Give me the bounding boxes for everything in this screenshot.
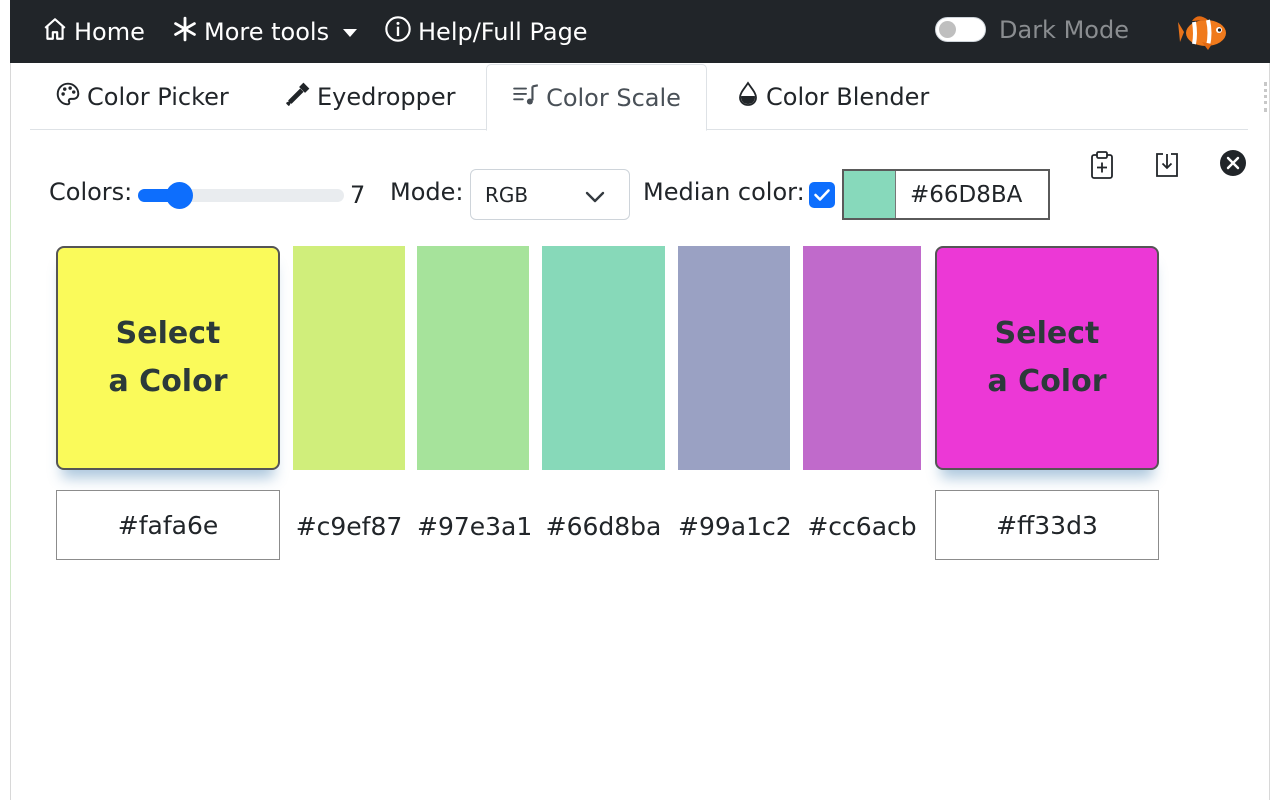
colors-label: Colors: <box>49 178 133 206</box>
end-select-line2: a Color <box>987 364 1107 399</box>
end-color-swatch-button[interactable]: Select a Color <box>935 246 1159 470</box>
end-color-hex-input[interactable]: #ff33d3 <box>935 490 1159 560</box>
colors-value: 7 <box>350 181 366 209</box>
start-color-hex-input[interactable]: #fafa6e <box>56 490 280 560</box>
checkmark-icon <box>814 189 830 201</box>
nav-home-label: Home <box>74 17 145 46</box>
tab-color-scale[interactable]: Color Scale <box>486 64 707 131</box>
caret-down-icon <box>343 28 358 37</box>
scroll-indicator <box>1264 82 1267 112</box>
nav-help[interactable]: Help/Full Page <box>384 0 588 63</box>
scale-step-swatch-4 <box>678 246 790 470</box>
eyedropper-icon <box>285 81 317 113</box>
music-list-icon <box>512 82 546 114</box>
tab-color-blender[interactable]: Color Blender <box>736 64 929 130</box>
nav-more-tools-label: More tools <box>204 17 330 46</box>
nav-more-tools-dropdown[interactable]: More tools <box>172 0 358 63</box>
scale-step-swatch-1 <box>293 246 405 470</box>
median-color-field[interactable]: #66D8BA <box>842 169 1050 220</box>
close-circle-icon <box>1219 149 1247 181</box>
scale-step-swatch-3 <box>542 246 665 470</box>
colors-slider-thumb[interactable] <box>166 182 193 209</box>
tab-color-picker-label: Color Picker <box>87 83 229 111</box>
scale-step-hex-5: #cc6acb <box>807 512 917 541</box>
tab-eyedropper[interactable]: Eyedropper <box>285 64 456 130</box>
scale-step-swatch-5 <box>803 246 921 470</box>
median-color-label: Median color: <box>643 178 805 206</box>
median-color-swatch <box>844 171 896 218</box>
tool-tabs: Color Picker Eyedropper Color Scale Colo… <box>30 64 1248 131</box>
scale-step-hex-2: #97e3a1 <box>417 512 533 541</box>
scale-step-hex-1: #c9ef87 <box>295 512 403 541</box>
copy-to-clipboard-button[interactable] <box>1087 150 1117 184</box>
end-select-line1: Select <box>994 316 1100 351</box>
download-box-icon <box>1153 151 1181 183</box>
scale-step-hex-4: #99a1c2 <box>678 512 792 541</box>
start-select-line1: Select <box>115 316 221 351</box>
mode-select[interactable]: RGB <box>470 169 630 220</box>
median-color-checkbox[interactable] <box>809 182 835 208</box>
clownfish-logo <box>1178 12 1230 56</box>
download-button[interactable] <box>1152 152 1182 182</box>
chevron-down-icon <box>585 186 605 210</box>
tab-color-picker[interactable]: Color Picker <box>55 64 229 130</box>
median-color-hex: #66D8BA <box>910 181 1023 208</box>
frame-edge <box>10 200 11 600</box>
mode-select-value: RGB <box>485 182 529 207</box>
scale-step-swatch-2 <box>417 246 529 470</box>
tab-color-blender-label: Color Blender <box>766 83 930 111</box>
start-color-swatch-button[interactable]: Select a Color <box>56 246 280 470</box>
info-circle-icon <box>384 15 418 49</box>
start-select-line2: a Color <box>108 364 228 399</box>
house-icon <box>42 16 74 48</box>
dark-mode-toggle[interactable] <box>935 17 986 42</box>
tab-color-scale-label: Color Scale <box>546 83 681 112</box>
palette-icon <box>55 81 87 113</box>
droplet-icon <box>736 81 766 113</box>
nav-help-label: Help/Full Page <box>418 17 588 46</box>
clipboard-plus-icon <box>1089 150 1115 184</box>
mode-label: Mode: <box>390 178 464 206</box>
close-button[interactable] <box>1218 150 1248 180</box>
dark-mode-label: Dark Mode <box>999 16 1129 44</box>
toggle-knob <box>939 21 956 38</box>
tab-eyedropper-label: Eyedropper <box>317 83 456 111</box>
scale-step-hex-3: #66d8ba <box>545 512 662 541</box>
asterisk-icon <box>172 16 204 48</box>
nav-home[interactable]: Home <box>42 0 145 63</box>
